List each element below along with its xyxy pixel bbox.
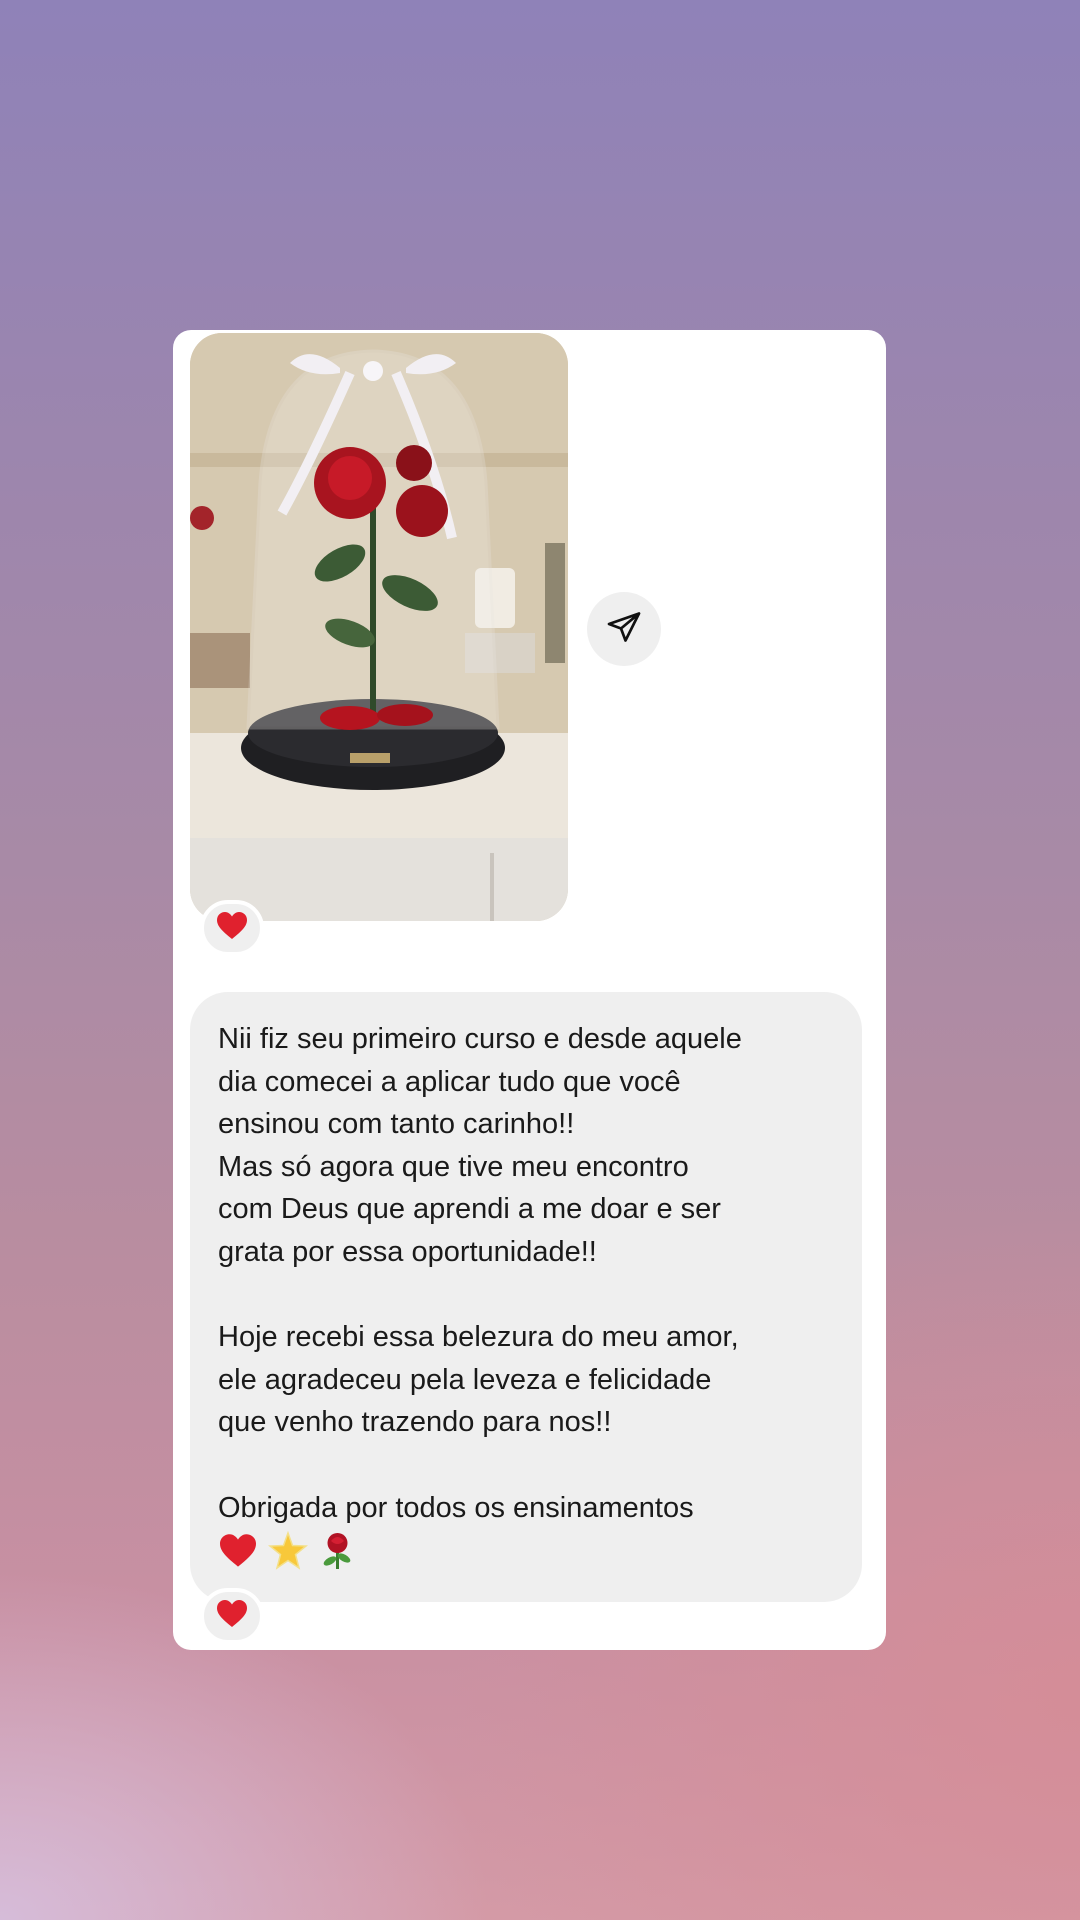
message-line: Hoje recebi essa belezura do meu amor, bbox=[218, 1321, 739, 1353]
text-message-bubble[interactable]: Nii fiz seu primeiro curso e desde aquel… bbox=[190, 992, 862, 1602]
red-heart-icon bbox=[216, 1599, 248, 1634]
red-heart-icon bbox=[216, 911, 248, 946]
message-line: Mas só agora que tive meu encontro bbox=[218, 1150, 689, 1183]
message-line: Obrigada por todos os ensinamentos bbox=[218, 1491, 694, 1524]
message-line: ensinou com tanto carinho!! bbox=[218, 1108, 575, 1140]
rose-icon bbox=[318, 1531, 356, 1571]
emoji-row bbox=[218, 1531, 832, 1571]
paper-plane-icon bbox=[606, 609, 642, 650]
message-card: Nii fiz seu primeiro curso e desde aquel… bbox=[173, 330, 886, 1650]
photo-message[interactable] bbox=[190, 333, 568, 921]
message-line: grata por essa oportunidade!! bbox=[218, 1235, 597, 1268]
share-button[interactable] bbox=[587, 592, 661, 666]
message-line: ele agradeceu pela leveza e felicidade bbox=[218, 1363, 712, 1396]
message-line: dia comecei a aplicar tudo que você bbox=[218, 1065, 681, 1098]
text-reaction-badge[interactable] bbox=[200, 1588, 264, 1644]
photo-reaction-badge[interactable] bbox=[200, 900, 264, 956]
rose-in-glass-dome-photo bbox=[190, 333, 568, 921]
message-line: Nii fiz seu primeiro curso e desde aquel… bbox=[218, 1023, 742, 1055]
red-heart-icon bbox=[218, 1533, 258, 1569]
message-line: com Deus que aprendi a me doar e ser bbox=[218, 1193, 721, 1225]
glowing-star-icon bbox=[268, 1531, 308, 1571]
message-line: que venho trazendo para nos!! bbox=[218, 1406, 612, 1438]
